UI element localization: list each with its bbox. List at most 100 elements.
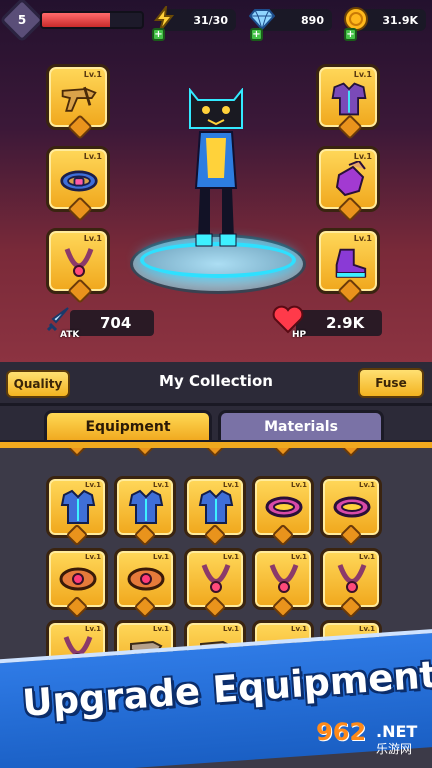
tab-equipment[interactable]: Equipment [44,410,212,444]
experience-bar [40,11,144,29]
hidden-row-badge [135,448,155,457]
equipment-slot-weapon[interactable]: Lv.1 [46,64,110,140]
collection-title: My Collection [159,372,273,390]
equipment-slot-boots[interactable]: Lv.1 [316,228,380,304]
hero-area: 5 + 31/30 + 890 + 31.9K Lv.1 Lv.1 Lv.1 L… [0,0,432,362]
slot-level: Lv.1 [353,234,372,243]
energy-counter[interactable]: + 31/30 [152,6,236,41]
armor-type-badge [337,114,363,140]
necklace-icon [59,245,99,281]
slot-level: Lv.1 [83,152,102,161]
belt-type-badge [67,196,93,222]
hidden-row-badge [341,448,361,457]
equipment-card-ring[interactable]: Lv.1 [114,548,176,619]
equipment-card-belt[interactable]: Lv.1 [252,476,314,547]
necklace-icon [332,561,372,597]
attack-stat: 704 [70,310,154,336]
coin-value: 31.9K [382,13,418,27]
equipment-slot-armor[interactable]: Lv.1 [316,64,380,140]
card-level: Lv.1 [291,481,307,489]
card-level: Lv.1 [223,625,239,633]
equipment-slot-belt[interactable]: Lv.1 [46,146,110,222]
equipment-card-ring[interactable]: Lv.1 [46,548,108,619]
site-watermark: 962 .NET 乐游网 [316,718,426,762]
boots-icon [329,245,369,281]
card-type-badge [65,595,89,619]
slot-level: Lv.1 [83,70,102,79]
crossbow-icon [59,81,99,117]
health-stat: 2.9K [296,310,382,336]
equipment-card-belt[interactable]: Lv.1 [320,476,382,547]
gem-counter[interactable]: + 890 [249,9,332,41]
diamond-icon: + [248,5,276,41]
card-type-badge [271,595,295,619]
card-type-badge [203,523,227,547]
card-level: Lv.1 [153,481,169,489]
lightning-icon: + [150,5,178,41]
tab-materials[interactable]: Materials [218,410,384,444]
hidden-row-badge [273,448,293,457]
card-type-badge [133,595,157,619]
card-type-badge [271,523,295,547]
equipment-card-necklace[interactable]: Lv.1 [320,548,382,619]
boots-type-badge [337,278,363,304]
add-coins-icon[interactable]: + [344,28,357,41]
player-character[interactable] [180,87,252,254]
top-bar: 5 + 31/30 + 890 + 31.9K [0,0,432,44]
armor-icon [126,489,166,525]
card-type-badge [133,523,157,547]
watermark-domain: .NET [376,722,418,741]
belt-icon [332,489,372,525]
equipment-slot-necklace[interactable]: Lv.1 [46,228,110,304]
add-energy-icon[interactable]: + [152,28,165,41]
necklace-icon [264,561,304,597]
card-type-badge [65,523,89,547]
hidden-row-badge [205,448,225,457]
health-value: 2.9K [326,314,365,332]
armor-icon [58,489,98,525]
equipment-card-armor[interactable]: Lv.1 [184,476,246,547]
ring-icon [126,561,166,597]
slot-level: Lv.1 [353,70,372,79]
equipment-card-necklace[interactable]: Lv.1 [184,548,246,619]
card-level: Lv.1 [291,625,307,633]
card-level: Lv.1 [153,553,169,561]
collection-header: Quality My Collection Fuse [0,362,432,406]
gloves-icon [329,161,369,199]
card-level: Lv.1 [153,625,169,633]
card-level: Lv.1 [85,553,101,561]
health-label: HP [292,330,307,340]
card-level: Lv.1 [359,625,375,633]
coin-icon: + [342,5,370,41]
player-level-badge[interactable]: 5 [0,0,45,43]
quality-sort-button[interactable]: Quality [6,370,70,398]
game-screen: 5 + 31/30 + 890 + 31.9K Lv.1 Lv.1 Lv.1 L… [0,0,432,768]
attack-label: ATK [60,330,80,340]
energy-value: 31/30 [193,13,228,27]
card-type-badge [339,523,363,547]
watermark-cn-text: 乐游网 [376,742,413,756]
necklace-icon [196,561,236,597]
armor-icon [329,81,369,117]
card-level: Lv.1 [359,481,375,489]
equipment-card-necklace[interactable]: Lv.1 [252,548,314,619]
slot-level: Lv.1 [83,234,102,243]
card-level: Lv.1 [223,481,239,489]
coin-counter[interactable]: + 31.9K [344,7,426,41]
card-type-badge [203,595,227,619]
equipment-card-armor[interactable]: Lv.1 [114,476,176,547]
equipment-card-armor[interactable]: Lv.1 [46,476,108,547]
armor-icon [196,489,236,525]
ring-icon [58,561,98,597]
add-gems-icon[interactable]: + [250,28,263,41]
card-level: Lv.1 [85,481,101,489]
card-type-badge [339,595,363,619]
equipment-slot-gloves[interactable]: Lv.1 [316,146,380,222]
belt-icon [264,489,304,525]
watermark-number: 962 [316,718,367,746]
hidden-row-badge [67,448,87,457]
slot-level: Lv.1 [353,152,372,161]
gem-value: 890 [301,13,324,27]
fuse-button[interactable]: Fuse [358,368,424,398]
experience-bar-fill [42,13,110,27]
